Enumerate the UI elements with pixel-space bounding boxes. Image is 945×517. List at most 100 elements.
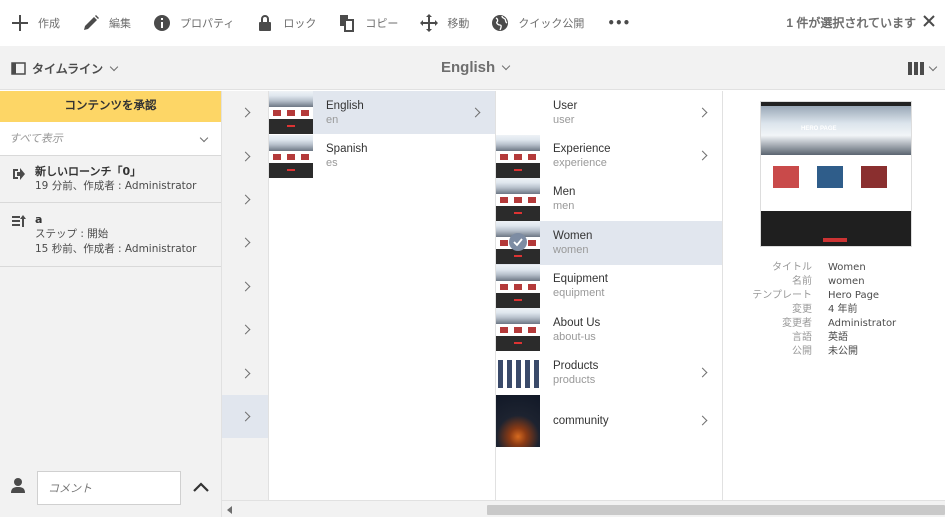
meta-value: Women xyxy=(828,262,866,273)
column-root xyxy=(222,91,269,500)
column-item-user[interactable]: User user xyxy=(496,91,722,135)
meta-key: 変更 xyxy=(792,304,812,315)
chevron-right-icon xyxy=(240,107,250,118)
quick-publish-button[interactable]: クイック公開 xyxy=(480,0,595,46)
column-item-men[interactable]: Men men xyxy=(496,177,722,221)
approve-content-button[interactable]: コンテンツを承認 xyxy=(0,91,221,122)
chevron-right-icon xyxy=(240,411,250,422)
item-title: Products xyxy=(553,360,599,373)
item-name: men xyxy=(553,200,575,213)
properties-label: プロパティ xyxy=(180,17,235,30)
timeline-item-workflow[interactable]: a ステップ : 開始 15 秒前、作成者 : Administrator xyxy=(0,203,221,267)
chevron-down-icon xyxy=(928,62,938,71)
column-english-pages: User user Experience experience Men men Wom… xyxy=(496,91,723,500)
column-root-row[interactable] xyxy=(222,91,268,134)
column-root-row[interactable] xyxy=(222,394,268,439)
workflow-icon xyxy=(12,215,26,227)
timeline-item-title: 新しいローンチ「0」 xyxy=(35,165,142,178)
more-icon: ••• xyxy=(607,16,631,30)
scroll-left-icon[interactable] xyxy=(227,506,232,514)
column-view-icon xyxy=(908,62,924,75)
page-thumbnail xyxy=(496,308,540,352)
more-button[interactable]: ••• xyxy=(595,0,641,46)
properties-button[interactable]: プロパティ xyxy=(142,0,245,46)
item-name: equipment xyxy=(553,287,605,300)
meta-value: 4 年前 xyxy=(828,304,858,315)
chevron-right-icon[interactable] xyxy=(470,107,481,118)
action-bar: 作成 編集 プロパティ ロック コピー 移動 クイック公開 ••• 1 件が選択… xyxy=(0,0,945,46)
view-switcher[interactable] xyxy=(908,61,938,76)
column-item-experience[interactable]: Experience experience xyxy=(496,134,722,178)
user-icon xyxy=(11,478,25,493)
title-bar: タイムライン English xyxy=(0,46,945,90)
create-button[interactable]: 作成 xyxy=(0,0,71,46)
meta-key: 公開 xyxy=(792,346,812,357)
info-icon xyxy=(153,14,171,32)
column-root-row[interactable] xyxy=(222,265,268,308)
column-root-row[interactable] xyxy=(222,351,268,394)
edit-label: 編集 xyxy=(109,17,131,30)
move-arrows-icon xyxy=(420,14,439,32)
column-item-spanish[interactable]: Spanish es xyxy=(269,134,495,178)
column-root-row[interactable] xyxy=(222,308,268,351)
column-item-equipment[interactable]: Equipment equipment xyxy=(496,264,722,308)
chevron-down-icon xyxy=(199,133,209,143)
rail-panel-icon xyxy=(11,62,26,75)
timeline-item-launch[interactable]: 新しいローンチ「0」 19 分前、作成者 : Administrator xyxy=(0,156,221,203)
column-item-products[interactable]: Products products xyxy=(496,351,722,395)
chevron-right-icon[interactable] xyxy=(697,150,708,161)
chevron-right-icon xyxy=(240,324,250,335)
edit-button[interactable]: 編集 xyxy=(71,0,142,46)
copy-label: コピー xyxy=(365,17,399,30)
column-root-row[interactable] xyxy=(222,221,268,264)
rail-toggle-button[interactable]: タイムライン xyxy=(11,60,119,77)
page-thumbnail xyxy=(496,177,540,221)
column-item-english[interactable]: English en xyxy=(269,91,495,135)
timeline-filter-select[interactable]: すべて表示 xyxy=(0,122,221,156)
lock-icon xyxy=(256,14,274,32)
preview-hero-text: HERO PAGE xyxy=(801,126,837,132)
lock-button[interactable]: ロック xyxy=(245,0,327,46)
timeline-item-meta: 15 秒前、作成者 : Administrator xyxy=(35,243,197,255)
column-root-row[interactable] xyxy=(222,134,268,177)
meta-value: women xyxy=(828,276,865,287)
item-title: Experience xyxy=(553,143,611,156)
timeline-item-title: a xyxy=(35,213,43,226)
plus-icon xyxy=(11,14,29,32)
chevron-right-icon[interactable] xyxy=(697,415,708,426)
page-thumbnail xyxy=(269,91,313,135)
chevron-right-icon[interactable] xyxy=(697,367,708,378)
item-name: user xyxy=(553,113,575,126)
column-root-row[interactable] xyxy=(222,178,268,221)
create-label: 作成 xyxy=(38,17,60,30)
chevron-right-icon[interactable] xyxy=(697,107,708,118)
item-title: English xyxy=(326,99,364,112)
item-title: User xyxy=(553,99,578,112)
chevron-right-icon xyxy=(240,368,250,378)
item-title: Spanish xyxy=(326,143,368,156)
rail-label: タイムライン xyxy=(32,62,104,76)
horizontal-scrollbar[interactable] xyxy=(222,500,945,517)
scrollbar-thumb[interactable] xyxy=(487,505,945,515)
pencil-icon xyxy=(82,14,100,32)
timeline-rail: コンテンツを承認 すべて表示 新しいローンチ「0」 19 分前、作成者 : Ad… xyxy=(0,91,222,517)
column-item-community[interactable]: community xyxy=(496,394,722,447)
chevron-up-icon[interactable] xyxy=(192,481,210,493)
chevron-right-icon xyxy=(240,237,250,248)
page-thumbnail xyxy=(496,221,540,265)
copy-button[interactable]: コピー xyxy=(327,0,409,46)
item-name: about-us xyxy=(553,330,596,343)
page-title[interactable]: English xyxy=(441,59,511,76)
meta-key: 言語 xyxy=(792,332,812,343)
item-title: Women xyxy=(553,229,593,242)
meta-key: 変更者 xyxy=(782,318,812,329)
close-icon[interactable] xyxy=(922,13,936,27)
column-item-women[interactable]: Women women xyxy=(496,221,722,265)
column-item-about-us[interactable]: About Us about-us xyxy=(496,308,722,352)
item-name: women xyxy=(553,243,589,256)
item-name: es xyxy=(326,157,338,170)
item-name: products xyxy=(553,374,596,387)
column-languages: English en Spanish es xyxy=(269,91,496,500)
move-button[interactable]: 移動 xyxy=(409,0,480,46)
comment-input[interactable] xyxy=(37,471,181,505)
